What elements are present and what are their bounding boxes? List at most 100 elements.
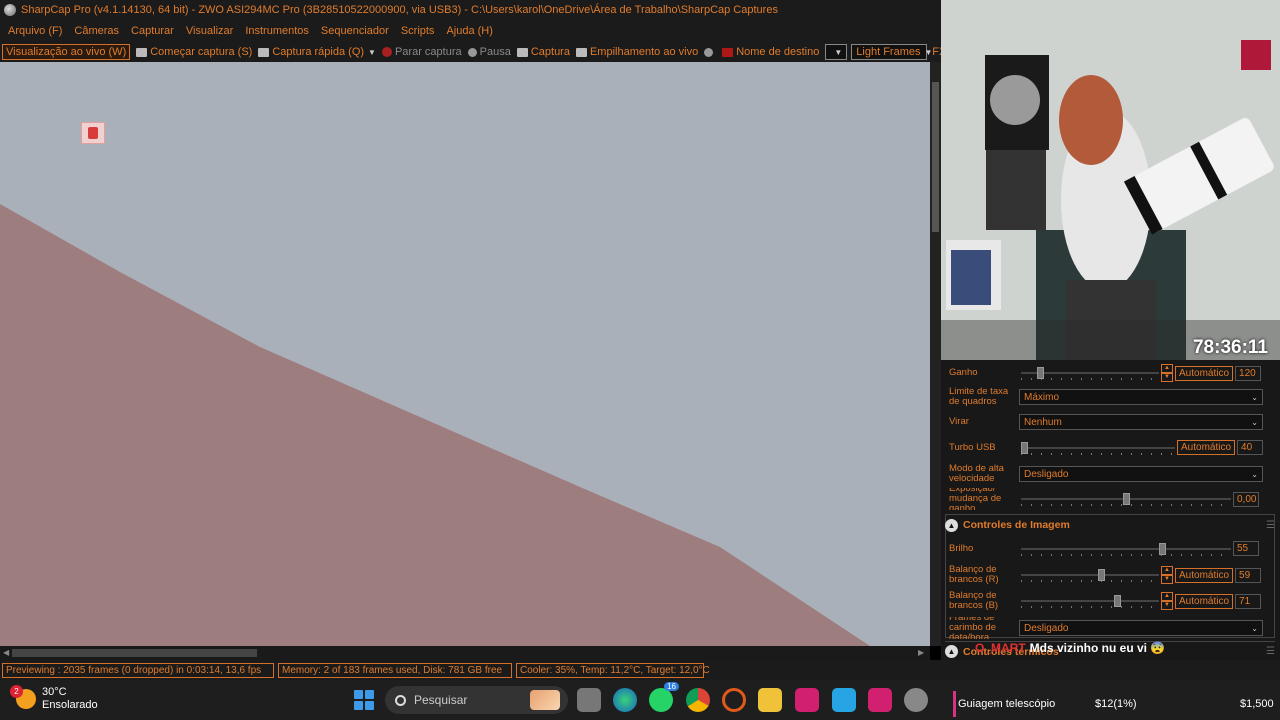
- menu-cameras[interactable]: Câmeras: [68, 25, 125, 37]
- usb-value-field[interactable]: 40: [1237, 440, 1264, 455]
- gain-label: Ganho: [949, 367, 978, 378]
- task-view-icon[interactable]: [577, 688, 601, 712]
- menu-help[interactable]: Ajuda (H): [440, 25, 498, 37]
- gain-stepper[interactable]: ▲ ▼: [1161, 364, 1173, 382]
- app-pink-icon[interactable]: [795, 688, 819, 712]
- exposure-shift-slider[interactable]: [1021, 493, 1231, 506]
- scroll-right-icon[interactable]: ▶: [918, 648, 924, 657]
- wb-blue-auto-checkbox[interactable]: Automático: [1175, 593, 1234, 609]
- hamburger-icon[interactable]: ☰: [1266, 646, 1275, 657]
- stop-capture-button[interactable]: Parar captura: [381, 46, 462, 58]
- timestamp-select[interactable]: Desligado ⌄: [1019, 620, 1263, 636]
- hamburger-icon[interactable]: ☰: [1266, 520, 1275, 531]
- horizontal-scrollbar[interactable]: ◀ ▶: [0, 646, 930, 660]
- stream-clock: 78:36:11: [1192, 337, 1268, 358]
- target-name-dropdown[interactable]: ▼: [825, 44, 848, 60]
- wb-blue-value[interactable]: 71: [1235, 593, 1262, 609]
- slider-knob[interactable]: [1114, 595, 1121, 607]
- goal-indicator: [953, 691, 956, 717]
- chevron-down-icon[interactable]: ▼: [1161, 575, 1173, 584]
- wb-blue-row: Balanço de brancos (B) ▲ ▼ Automático 71: [949, 591, 1271, 611]
- exposure-shift-value[interactable]: 0,00: [1233, 491, 1259, 507]
- chat-username: O_MART: [975, 641, 1026, 655]
- brightness-row: Brilho 55: [949, 541, 1271, 556]
- wb-red-value[interactable]: 59: [1235, 567, 1262, 583]
- gain-value-field[interactable]: 120: [1235, 365, 1262, 381]
- scroll-thumb[interactable]: [12, 649, 257, 657]
- menu-tools[interactable]: Instrumentos: [239, 25, 315, 37]
- scroll-thumb[interactable]: [932, 82, 939, 232]
- menu-file[interactable]: Arquivo (F): [2, 25, 68, 37]
- brightness-label: Brilho: [949, 542, 974, 554]
- pause-button[interactable]: Pausa: [467, 46, 511, 58]
- usb-auto-checkbox[interactable]: Automático: [1177, 440, 1236, 455]
- wb-red-auto-checkbox[interactable]: Automático: [1175, 567, 1234, 583]
- frame-rate-select[interactable]: Máximo ⌄: [1019, 389, 1263, 405]
- gain-slider[interactable]: [1021, 367, 1159, 380]
- sharpcap-app-icon: [4, 4, 16, 16]
- windows-start-icon[interactable]: [352, 688, 376, 712]
- chevron-down-icon: ⌄: [1251, 392, 1258, 402]
- wb-red-slider[interactable]: [1021, 569, 1159, 582]
- gain-auto-checkbox[interactable]: Automático: [1175, 365, 1234, 381]
- whatsapp-icon[interactable]: 16: [649, 682, 679, 712]
- image-controls-header[interactable]: ▲ Controles de Imagem ☰: [945, 515, 1275, 535]
- edge-browser-icon[interactable]: [613, 688, 637, 712]
- menu-sequencer[interactable]: Sequenciador: [315, 25, 395, 37]
- overlay-badge-icon[interactable]: [81, 122, 105, 144]
- live-preview-image[interactable]: [0, 62, 930, 646]
- timestamp-label: Frames de carimbo de data/hora: [949, 617, 996, 639]
- usb-turbo-slider[interactable]: [1021, 441, 1175, 455]
- opera-icon[interactable]: [722, 688, 746, 712]
- flip-select[interactable]: Nenhum ⌄: [1019, 414, 1263, 430]
- sharpcap-taskbar-icon[interactable]: [904, 688, 928, 712]
- preview-status: Previewing : 2035 frames (0 dropped) in …: [2, 662, 274, 678]
- live-view-button[interactable]: Visualização ao vivo (W): [2, 44, 131, 60]
- wb-blue-slider[interactable]: [1021, 595, 1159, 608]
- snapshot-label: Captura: [530, 46, 570, 58]
- live-stack-button[interactable]: Empilhamento ao vivo: [575, 46, 698, 58]
- menu-view[interactable]: Visualizar: [180, 25, 240, 37]
- brightness-slider[interactable]: [1021, 542, 1231, 556]
- stack-icon: [575, 47, 587, 57]
- menu-scripts[interactable]: Scripts: [395, 25, 441, 37]
- video-camera-icon: [258, 47, 270, 57]
- flip-value: Nenhum: [1024, 416, 1062, 428]
- high-speed-select[interactable]: Desligado ⌄: [1019, 466, 1263, 482]
- wb-red-stepper[interactable]: ▲ ▼: [1161, 566, 1173, 584]
- chevron-up-icon[interactable]: ▲: [1161, 566, 1173, 575]
- collapse-chevron-icon[interactable]: ▲: [945, 645, 958, 658]
- chevron-up-icon[interactable]: ▲: [1161, 592, 1173, 601]
- toolbar: Visualização ao vivo (W) Começar captura…: [0, 42, 946, 62]
- taskbar-search[interactable]: Pesquisar: [385, 686, 568, 714]
- stop-capture-label: Parar captura: [394, 46, 462, 58]
- folder-icon[interactable]: [758, 688, 782, 712]
- quick-capture-button[interactable]: Captura rápida (Q) ▼: [258, 46, 376, 58]
- chevron-down-icon[interactable]: ▼: [368, 48, 376, 57]
- wb-blue-stepper[interactable]: ▲ ▼: [1161, 592, 1173, 610]
- webcam-overlay: 78:36:11: [941, 0, 1280, 360]
- scroll-left-icon[interactable]: ◀: [3, 648, 9, 657]
- slider-knob[interactable]: [1123, 493, 1130, 505]
- record-indicator[interactable]: [704, 47, 716, 57]
- slider-knob[interactable]: [1021, 441, 1028, 454]
- brightness-value[interactable]: 55: [1233, 541, 1259, 556]
- menu-capture[interactable]: Capturar: [125, 25, 180, 37]
- chevron-up-icon[interactable]: ▲: [1161, 364, 1173, 373]
- slider-knob[interactable]: [1098, 569, 1105, 581]
- chevron-down-icon[interactable]: ▼: [1161, 373, 1173, 382]
- chat-text: Mds vizinho nu eu vi 😨: [1029, 641, 1166, 655]
- vertical-scrollbar[interactable]: [930, 62, 941, 646]
- chrome-icon[interactable]: [686, 688, 710, 712]
- weather-widget[interactable]: 2 30°C Ensolarado: [10, 685, 98, 712]
- chevron-down-icon[interactable]: ▼: [1161, 601, 1173, 610]
- start-capture-button[interactable]: Começar captura (S): [136, 46, 252, 58]
- collapse-chevron-icon[interactable]: ▲: [945, 518, 958, 532]
- app-blue-icon[interactable]: [832, 688, 856, 712]
- snapshot-button[interactable]: Captura: [516, 46, 570, 58]
- slider-knob[interactable]: [1037, 367, 1044, 379]
- search-placeholder: Pesquisar: [414, 693, 468, 707]
- app-pink-2-icon[interactable]: [868, 688, 892, 712]
- frame-type-dropdown[interactable]: Light Frames ▼: [851, 44, 932, 60]
- slider-knob[interactable]: [1159, 542, 1166, 555]
